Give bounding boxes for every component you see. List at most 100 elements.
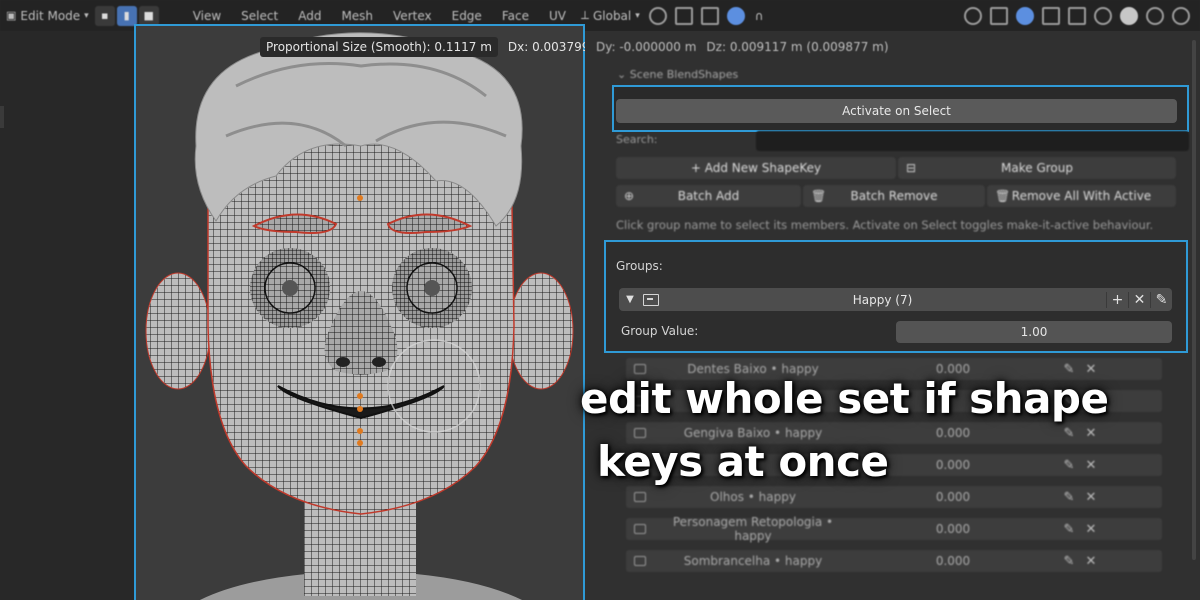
trash-icon: 🗑 (995, 189, 1011, 203)
orientation-icon: ⟂ (580, 8, 589, 22)
close-icon[interactable]: ✕ (1080, 458, 1102, 473)
activate-on-select-button[interactable]: Activate on Select (616, 99, 1177, 123)
visibility-icon[interactable] (964, 6, 982, 25)
shapekey-icon (634, 492, 646, 502)
shapekey-value[interactable]: 0.000 (848, 490, 1058, 504)
transform-readout-continued: Dy: -0.000000 m Dz: 0.009117 m (0.009877… (596, 37, 889, 57)
group-row[interactable]: ▼ Happy (7) + ✕ ✎ (619, 288, 1172, 311)
make-group-label: Make Group (1001, 161, 1073, 175)
close-icon[interactable]: ✕ (1080, 554, 1102, 569)
selected-vertex[interactable] (357, 406, 363, 412)
shapekey-name: Sombrancelha • happy (683, 554, 823, 568)
groups-label: Groups: (616, 259, 663, 273)
transform-orientation-select[interactable]: ⟂ Global ▾ (576, 5, 645, 27)
pencil-icon[interactable]: ✎ (1058, 426, 1080, 441)
character-mesh (145, 32, 574, 600)
snap-icon[interactable] (674, 6, 693, 25)
trash-icon: 🗑 (811, 189, 827, 203)
vertex-select-button[interactable]: ▪ (94, 5, 115, 26)
remove-all-label: Remove All With Active (1011, 189, 1152, 203)
material-shading-icon[interactable] (1146, 6, 1164, 25)
edit-mode-icon: ▣ (6, 9, 17, 22)
chevron-down-icon: ▾ (84, 10, 89, 21)
wireframe-shading-icon[interactable] (1094, 6, 1112, 25)
menu-mesh[interactable]: Mesh (331, 9, 383, 23)
mode-select[interactable]: ▣ Edit Mode ▾ (0, 6, 95, 26)
pencil-icon[interactable]: ✎ (1150, 291, 1172, 308)
close-icon[interactable]: ✕ (1080, 522, 1102, 537)
selected-vertex[interactable] (357, 440, 363, 446)
group-value-field[interactable]: 1.00 (896, 321, 1172, 343)
batch-remove-button[interactable]: 🗑 Batch Remove (803, 185, 985, 207)
add-shapekey-button[interactable]: + Add New ShapeKey (616, 157, 896, 179)
add-shapekey-label: + Add New ShapeKey (690, 161, 822, 175)
shapekey-value[interactable]: 0.000 (848, 522, 1058, 536)
group-name[interactable]: Happy (7) (659, 293, 1106, 307)
orientation-label: Global (592, 8, 632, 23)
selected-vertex[interactable] (357, 428, 363, 434)
mode-label: Edit Mode (20, 8, 81, 23)
section-title: Scene BlendShapes (629, 68, 739, 81)
menu-uv[interactable]: UV (539, 9, 576, 23)
edge-select-button[interactable]: ▮ (116, 5, 137, 26)
rendered-shading-icon[interactable] (1172, 6, 1190, 25)
add-icon[interactable]: + (1106, 291, 1128, 308)
dz-readout: Dz: 0.009117 m (0.009877 m) (706, 40, 889, 54)
selected-vertex[interactable] (357, 195, 363, 201)
pencil-icon[interactable]: ✎ (1058, 458, 1080, 473)
archive-icon (643, 293, 659, 306)
pencil-icon[interactable]: ✎ (1058, 554, 1080, 569)
toolbar-strip (0, 31, 134, 600)
shapekey-value[interactable]: 0.000 (848, 554, 1058, 568)
remove-all-button[interactable]: 🗑 Remove All With Active (987, 185, 1176, 207)
overlay-icon[interactable] (1016, 6, 1034, 25)
shapekey-name: Olhos • happy (710, 490, 796, 504)
shapekey-name: Personagem Retopologia • happy (672, 515, 834, 543)
left-ear (145, 272, 211, 390)
menu-edge[interactable]: Edge (442, 9, 492, 23)
menu-vertex[interactable]: Vertex (383, 9, 442, 23)
add-circle-icon: ⊕ (624, 189, 635, 203)
toolbar-handle[interactable] (0, 106, 4, 128)
group-value-label: Group Value: (621, 324, 699, 338)
menu-view[interactable]: View (183, 9, 231, 23)
selected-vertex[interactable] (357, 393, 363, 399)
shapekey-row[interactable]: Sombrancelha • happy 0.000 ✎ ✕ (626, 550, 1162, 572)
shapekey-icon (634, 556, 646, 566)
close-icon[interactable]: ✕ (1080, 490, 1102, 505)
shapekey-row[interactable]: Olhos • happy 0.000 ✎ ✕ (626, 486, 1162, 508)
shapekey-icon (634, 524, 646, 534)
proportional-edit-icon[interactable] (726, 6, 745, 25)
pivot-icon[interactable] (648, 6, 667, 25)
shapekey-row[interactable]: Personagem Retopologia • happy 0.000 ✎ ✕ (626, 515, 1162, 543)
menu-face[interactable]: Face (492, 9, 539, 23)
pencil-icon[interactable]: ✎ (1058, 522, 1080, 537)
batch-add-button[interactable]: ⊕ Batch Add (616, 185, 801, 207)
right-ear (508, 272, 574, 390)
batch-add-label: Batch Add (677, 189, 740, 203)
make-group-button[interactable]: ⊟ Make Group (898, 157, 1176, 179)
solid-shading-icon[interactable] (1120, 6, 1138, 25)
close-icon[interactable]: ✕ (1080, 426, 1102, 441)
transform-readout: Proportional Size (Smooth): 0.1117 m Dx:… (260, 37, 605, 57)
help-text: Click group name to select its members. … (616, 218, 1154, 232)
section-header[interactable]: ⌄ Scene BlendShapes (617, 68, 738, 81)
expand-triangle-icon[interactable]: ▼ (619, 294, 641, 305)
face-select-button[interactable]: ■ (138, 5, 159, 26)
falloff-icon[interactable]: ∩ (755, 9, 764, 23)
search-input[interactable] (756, 131, 1189, 151)
gizmo-icon[interactable] (990, 6, 1008, 25)
3d-viewport[interactable] (134, 24, 585, 600)
dy-readout: Dy: -0.000000 m (596, 40, 697, 54)
shapekey-icon (634, 364, 646, 374)
xray-icon[interactable] (1068, 6, 1086, 25)
mesh-overlay-icon[interactable] (1042, 6, 1060, 25)
pencil-icon[interactable]: ✎ (1058, 490, 1080, 505)
proportional-size-readout: Proportional Size (Smooth): 0.1117 m (260, 37, 498, 57)
batch-remove-label: Batch Remove (850, 189, 938, 203)
snap-target-icon[interactable] (700, 6, 719, 25)
menu-select[interactable]: Select (231, 9, 288, 23)
close-icon[interactable]: ✕ (1128, 291, 1150, 308)
panel-scrollbar[interactable] (1192, 40, 1196, 560)
menu-add[interactable]: Add (288, 9, 331, 23)
